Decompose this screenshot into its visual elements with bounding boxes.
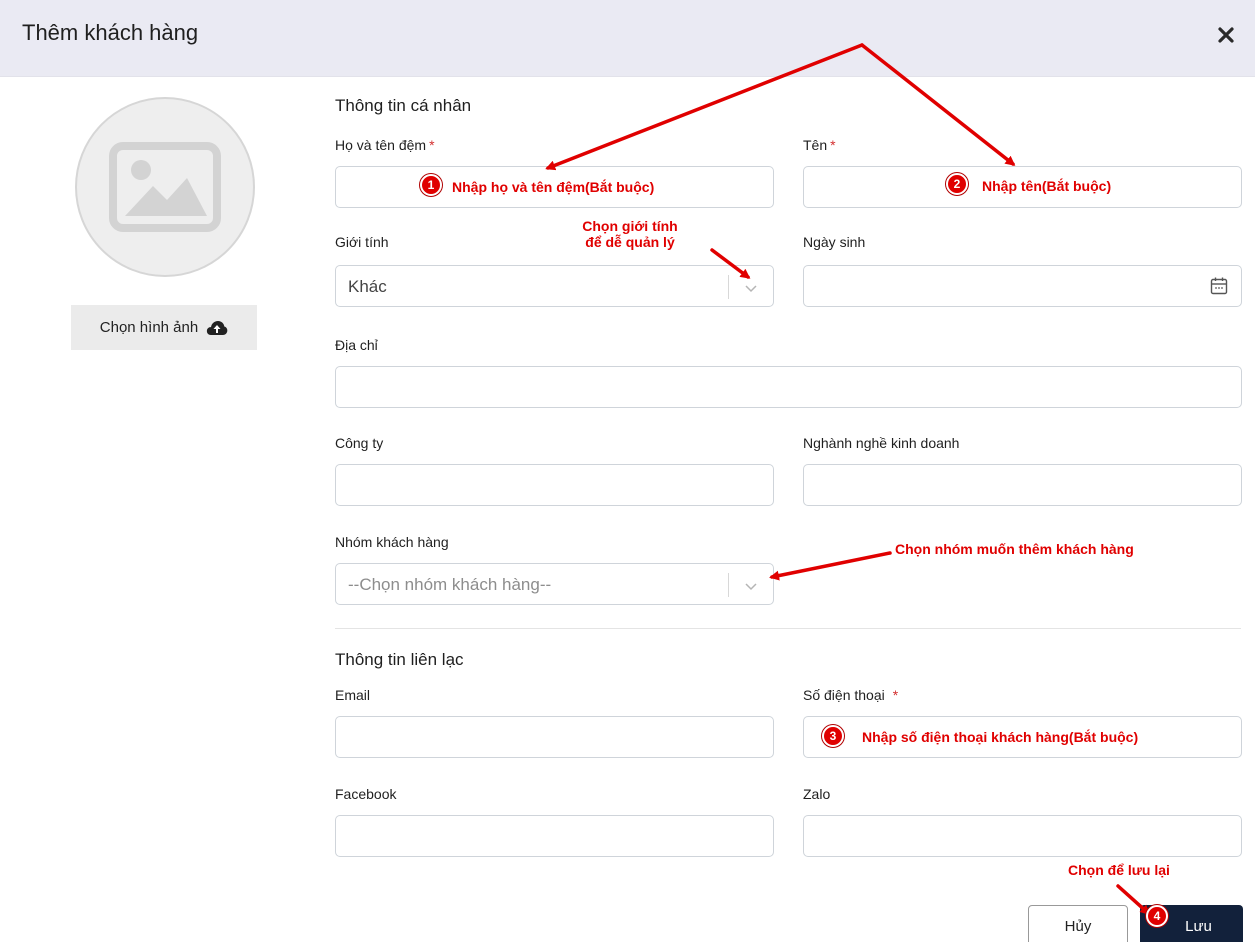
facebook-input[interactable] [335,815,774,857]
email-input[interactable] [335,716,774,758]
annotation-gender-line2: để dễ quản lý [585,234,675,250]
chevron-down-icon [745,583,757,591]
select-separator [728,275,729,299]
zalo-label: Zalo [803,786,831,802]
last-middle-name-label: Họ và tên đệm * [335,137,435,153]
image-placeholder-icon [109,142,221,232]
customer-group-select[interactable]: --Chọn nhóm khách hàng-- [335,563,774,605]
close-button[interactable] [1211,20,1241,50]
cancel-button[interactable]: Hủy [1028,905,1128,942]
avatar-placeholder [75,97,255,277]
industry-label: Nghành nghề kinh doanh [803,435,960,451]
annotation-step2-text: Nhập tên(Bắt buộc) [982,178,1112,194]
annotation-gender-line1: Chọn giới tính [582,218,678,234]
required-mark: * [892,687,899,703]
section-divider [335,628,1241,629]
industry-input[interactable] [803,464,1242,506]
chevron-down-icon [745,285,757,293]
birthday-label: Ngày sinh [803,234,866,250]
arrow-to-customer-group [769,551,892,581]
company-input[interactable] [335,464,774,506]
annotation-group-hint: Chọn nhóm muốn thêm khách hàng [895,541,1134,557]
customer-group-label: Nhóm khách hàng [335,534,449,550]
close-icon [1218,27,1234,43]
save-button-label: Lưu [1185,917,1212,935]
required-mark: * [830,137,836,153]
choose-image-button[interactable]: Chọn hình ảnh [71,305,257,350]
birthday-input[interactable] [803,265,1242,307]
step-badge-3: 3 [822,725,844,747]
annotation-gender: Chọn giới tính để dễ quản lý [575,218,685,250]
annotation-step1-text: Nhập họ và tên đệm(Bắt buộc) [452,179,655,195]
company-label: Công ty [335,435,384,451]
step-badge-4: 4 [1146,905,1168,927]
calendar-icon[interactable] [1209,276,1229,296]
personal-section-title: Thông tin cá nhân [335,96,472,115]
phone-label: Số điện thoại * [803,687,899,703]
gender-label: Giới tính [335,234,389,250]
required-mark: * [429,137,435,153]
gender-selected-value: Khác [348,277,387,296]
annotation-save-hint: Chọn để lưu lại [1068,862,1170,878]
annotation-step3-text: Nhập số điện thoại khách hàng(Bắt buộc) [862,729,1139,745]
address-label: Địa chỉ [335,337,378,353]
customer-group-placeholder: --Chọn nhóm khách hàng-- [348,575,552,594]
contact-section-title: Thông tin liên lạc [335,650,464,669]
step-badge-2: 2 [946,173,968,195]
select-separator [728,573,729,597]
gender-select[interactable]: Khác [335,265,774,307]
step-badge-1: 1 [420,174,442,196]
email-label: Email [335,687,371,703]
zalo-input[interactable] [803,815,1242,857]
first-name-label: Tên * [803,137,836,153]
facebook-label: Facebook [335,786,397,802]
dialog-title: Thêm khách hàng [22,20,199,45]
cloud-upload-icon [207,320,228,335]
choose-image-label: Chọn hình ảnh [99,319,199,336]
dialog-header: Thêm khách hàng [0,0,1255,77]
address-input[interactable] [335,366,1242,408]
